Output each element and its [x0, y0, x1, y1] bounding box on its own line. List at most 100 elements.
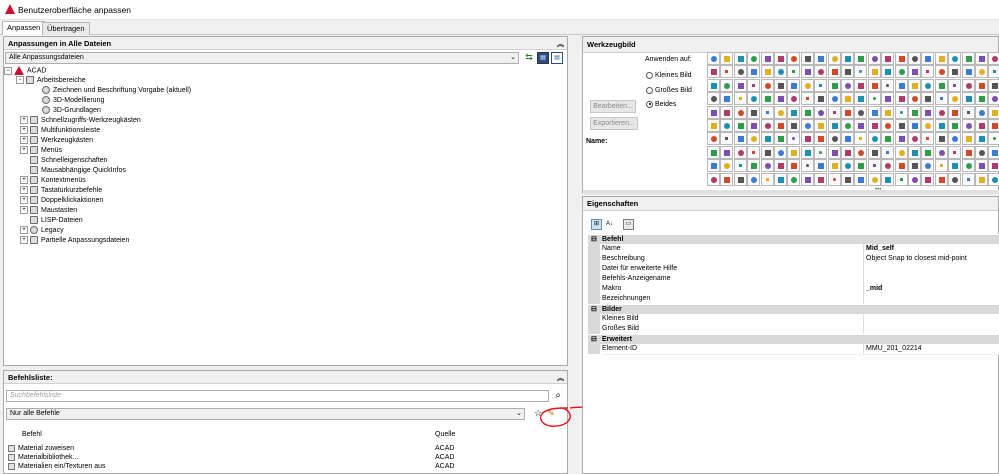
button-image-thumbnail[interactable] — [814, 132, 828, 146]
button-image-thumbnail[interactable] — [800, 159, 814, 173]
save-as-icon[interactable]: ▤ — [551, 52, 563, 64]
button-image-thumbnail[interactable] — [841, 145, 854, 159]
button-image-thumbnail[interactable] — [733, 132, 747, 146]
button-image-thumbnail[interactable] — [720, 172, 734, 186]
button-image-thumbnail[interactable] — [814, 92, 828, 106]
button-image-thumbnail[interactable] — [948, 105, 962, 119]
button-image-thumbnail[interactable] — [774, 132, 787, 146]
edit-button[interactable]: Bearbeiten... — [590, 100, 636, 113]
button-image-thumbnail[interactable] — [961, 145, 975, 159]
button-image-thumbnail[interactable] — [720, 159, 734, 173]
button-image-thumbnail[interactable] — [760, 172, 774, 186]
expand-toggle-icon[interactable]: + — [20, 136, 28, 145]
property-value[interactable]: MMU_201_02214 — [863, 344, 999, 355]
button-image-thumbnail[interactable] — [747, 145, 761, 159]
button-image-thumbnail[interactable] — [934, 119, 948, 132]
alphabetical-sort-icon[interactable]: A↓ — [604, 219, 615, 230]
button-image-thumbnail[interactable] — [774, 159, 787, 173]
button-image-thumbnail[interactable] — [841, 119, 854, 132]
command-filter-dropdown[interactable]: Nur alle Befehle ⌄ — [6, 408, 525, 420]
expand-toggle-icon[interactable]: + — [20, 186, 28, 195]
property-row-tags[interactable]: Bezeichnungen​ — [588, 294, 999, 305]
button-image-thumbnail[interactable] — [867, 105, 881, 119]
collapse-chevron-icon[interactable]: ︽ — [557, 39, 564, 49]
button-image-thumbnail[interactable] — [760, 78, 774, 92]
button-image-thumbnail[interactable] — [814, 65, 828, 79]
button-image-thumbnail[interactable] — [975, 159, 988, 173]
button-image-thumbnail[interactable] — [867, 145, 881, 159]
button-image-thumbnail[interactable] — [961, 105, 975, 119]
expand-toggle-icon[interactable]: + — [20, 236, 28, 245]
button-image-thumbnail[interactable] — [827, 65, 841, 79]
button-image-thumbnail[interactable] — [800, 78, 814, 92]
tree-item-legacy[interactable]: + Legacy — [20, 226, 64, 236]
button-image-thumbnail[interactable] — [760, 119, 774, 132]
category-erweitert[interactable]: ⊟ Erweitert — [588, 334, 999, 344]
button-image-thumbnail[interactable] — [841, 132, 854, 146]
property-row-large-image[interactable]: Großes Bild​ — [588, 324, 999, 335]
button-image-thumbnail[interactable] — [894, 172, 908, 186]
button-image-thumbnail[interactable] — [867, 132, 881, 146]
button-image-thumbnail[interactable] — [961, 132, 975, 146]
button-image-thumbnail[interactable] — [814, 78, 828, 92]
button-image-thumbnail[interactable] — [827, 78, 841, 92]
button-image-thumbnail[interactable] — [908, 105, 921, 119]
button-image-thumbnail[interactable] — [948, 172, 962, 186]
button-image-thumbnail[interactable] — [707, 92, 720, 106]
button-image-thumbnail[interactable] — [948, 92, 962, 106]
expand-toggle-icon[interactable]: + — [20, 226, 28, 235]
button-image-thumbnail[interactable] — [961, 159, 975, 173]
button-image-thumbnail[interactable] — [934, 78, 948, 92]
button-image-thumbnail[interactable] — [975, 65, 988, 79]
button-image-thumbnail[interactable] — [827, 52, 841, 65]
button-image-thumbnail[interactable] — [707, 172, 720, 186]
property-row-help-file[interactable]: Datei für erweiterte Hilfe​ — [588, 264, 999, 275]
button-image-thumbnail[interactable] — [787, 92, 801, 106]
button-image-thumbnail[interactable] — [961, 119, 975, 132]
button-image-thumbnail[interactable] — [814, 105, 828, 119]
property-row-element-id[interactable]: Element-ID MMU_201_02214 — [588, 344, 999, 355]
categorized-view-icon[interactable]: ⊞ — [591, 219, 602, 230]
button-image-thumbnail[interactable] — [881, 52, 895, 65]
button-image-thumbnail[interactable] — [881, 105, 895, 119]
button-image-thumbnail[interactable] — [988, 92, 999, 106]
button-image-thumbnail[interactable] — [934, 52, 948, 65]
button-image-thumbnail[interactable] — [800, 92, 814, 106]
button-image-thumbnail[interactable] — [948, 52, 962, 65]
button-image-thumbnail[interactable] — [921, 172, 935, 186]
tree-item-workspace-drafting[interactable]: Zeichnen und Beschriftung Vorgabe (aktue… — [42, 86, 191, 96]
button-image-thumbnail[interactable] — [733, 159, 747, 173]
button-image-thumbnail[interactable] — [908, 119, 921, 132]
button-image-thumbnail[interactable] — [707, 65, 720, 79]
button-image-thumbnail[interactable] — [988, 78, 999, 92]
expand-toggle-icon[interactable]: + — [20, 176, 28, 185]
button-image-thumbnail[interactable] — [961, 52, 975, 65]
button-image-thumbnail[interactable] — [908, 172, 921, 186]
list-item[interactable]: Materialbibliothek... ACAD — [8, 453, 548, 462]
button-image-thumbnail[interactable] — [720, 78, 734, 92]
button-image-thumbnail[interactable] — [921, 105, 935, 119]
button-image-thumbnail[interactable] — [961, 92, 975, 106]
button-image-thumbnail[interactable] — [934, 159, 948, 173]
button-image-thumbnail[interactable] — [948, 145, 962, 159]
button-image-thumbnail[interactable] — [747, 92, 761, 106]
tree-item-double-click-actions[interactable]: + Doppelklickaktionen — [20, 196, 103, 206]
button-image-thumbnail[interactable] — [827, 145, 841, 159]
splitter[interactable]: ••• — [583, 187, 999, 194]
button-image-thumbnail[interactable] — [867, 92, 881, 106]
button-image-thumbnail[interactable] — [894, 52, 908, 65]
tab-anpassen[interactable]: Anpassen — [2, 21, 46, 35]
button-image-thumbnail[interactable] — [841, 92, 854, 106]
button-image-thumbnail[interactable] — [827, 172, 841, 186]
property-pages-icon[interactable]: ▭ — [623, 219, 634, 230]
button-image-thumbnail[interactable] — [881, 132, 895, 146]
button-image-thumbnail[interactable] — [961, 65, 975, 79]
button-image-thumbnail[interactable] — [934, 65, 948, 79]
expand-toggle-icon[interactable]: + — [20, 196, 28, 205]
list-item[interactable]: Material zuweisen ACAD — [8, 444, 548, 453]
button-image-thumbnail[interactable] — [841, 105, 854, 119]
button-image-thumbnail[interactable] — [975, 132, 988, 146]
collapse-toggle-icon[interactable]: − — [16, 76, 24, 85]
tree-item-workspace-3d-modeling[interactable]: 3D-Modellierung — [42, 96, 104, 106]
button-image-thumbnail[interactable] — [854, 78, 868, 92]
